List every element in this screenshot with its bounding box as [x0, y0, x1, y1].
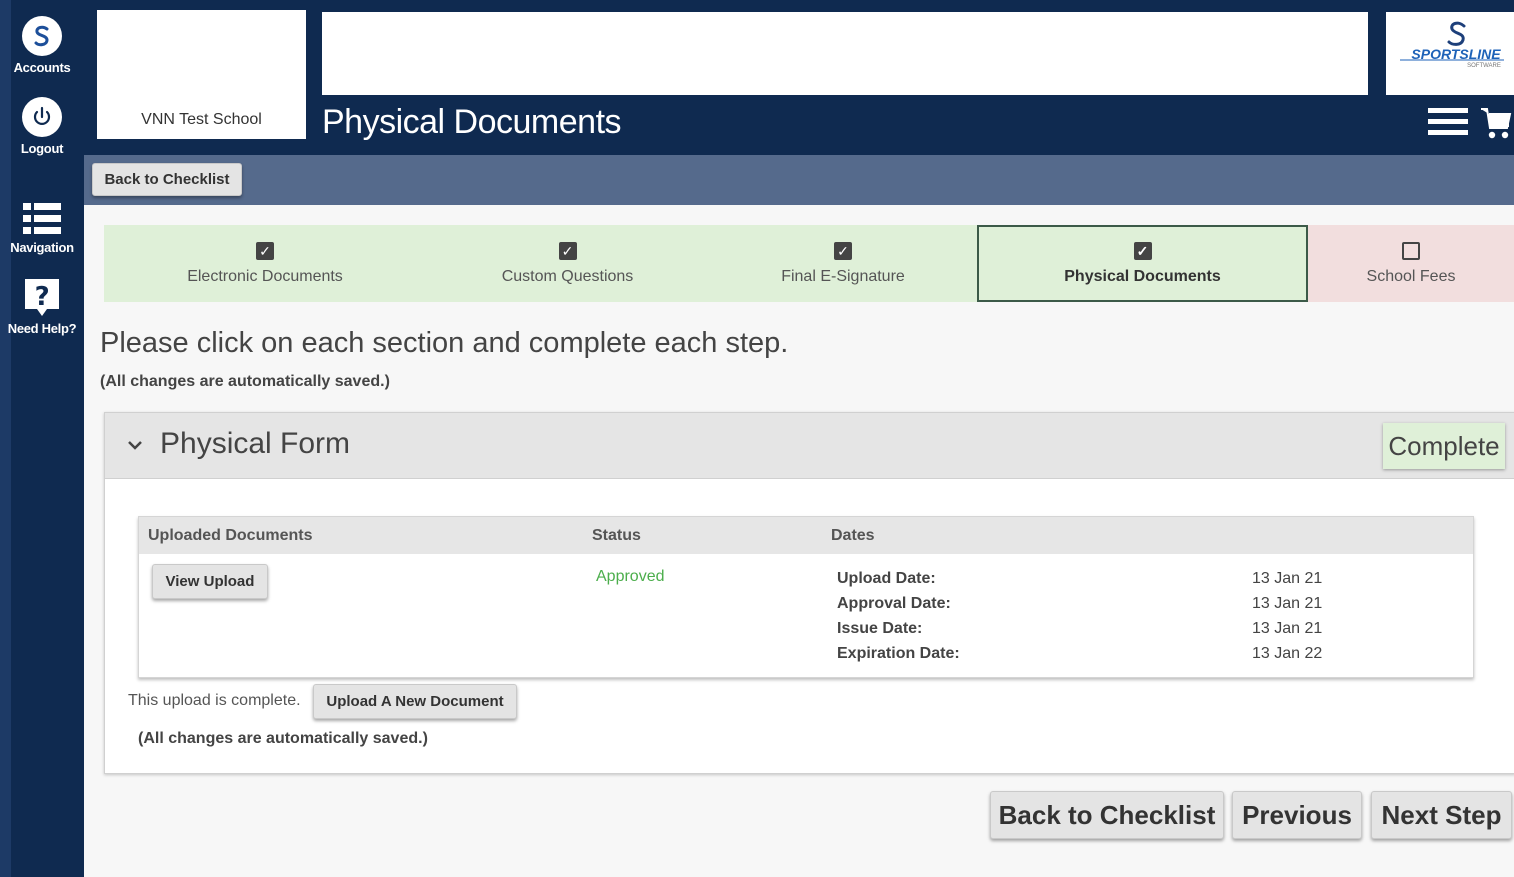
sportsline-logo: SPORTSLINE SOFTWARE [1386, 12, 1514, 95]
instruction-text: Please click on each section and complet… [100, 327, 789, 359]
sidebar-item-label: Need Help? [7, 321, 77, 336]
next-step-button[interactable]: Next Step [1371, 791, 1512, 839]
school-name: VNN Test School [141, 111, 262, 128]
physical-form-panel: Physical Form Complete Uploaded Document… [104, 412, 1514, 774]
sidebar: Accounts Logout Navigation ? Need Help? [0, 0, 84, 877]
sidebar-item-label: Logout [20, 141, 64, 156]
question-icon: ? [23, 277, 61, 317]
step-custom-questions[interactable]: ✓ Custom Questions [426, 225, 709, 302]
autosave-note: (All changes are automatically saved.) [138, 730, 428, 747]
sidebar-item-navigation[interactable]: Navigation [0, 203, 84, 255]
date-label: Upload Date: [837, 570, 936, 587]
view-upload-button[interactable]: View Upload [152, 564, 268, 599]
sidebar-item-label: Accounts [13, 60, 71, 75]
checkbox-checked-icon: ✓ [256, 241, 274, 260]
sidebar-item-logout[interactable]: Logout [0, 97, 84, 156]
back-to-checklist-button[interactable]: Back to Checklist [990, 791, 1224, 839]
date-value: 13 Jan 21 [1252, 595, 1323, 612]
svg-text:?: ? [35, 282, 50, 312]
sub-toolbar: Back to Checklist [84, 155, 1514, 205]
banner-area [322, 12, 1368, 95]
date-value: 13 Jan 21 [1252, 570, 1323, 587]
sidebar-item-help[interactable]: ? Need Help? [0, 277, 84, 336]
power-icon [22, 97, 62, 137]
checkbox-unchecked-icon [1402, 241, 1420, 260]
step-electronic-documents[interactable]: ✓ Electronic Documents [104, 225, 426, 302]
uploaded-documents-table: Uploaded Documents Status Dates View Upl… [138, 516, 1474, 678]
date-value: 13 Jan 21 [1252, 620, 1323, 637]
sportsline-s-icon [22, 16, 62, 56]
chevron-down-icon [125, 435, 145, 455]
step-label: Physical Documents [1064, 267, 1221, 285]
step-school-fees[interactable]: School Fees [1308, 225, 1514, 302]
step-label: Custom Questions [501, 267, 634, 285]
sidebar-item-label: Navigation [10, 240, 74, 255]
date-value: 13 Jan 22 [1252, 645, 1323, 662]
physical-form-header[interactable]: Physical Form Complete [105, 413, 1514, 479]
hamburger-menu-icon[interactable] [1428, 108, 1468, 138]
date-label: Approval Date: [837, 595, 951, 612]
date-label: Issue Date: [837, 620, 923, 637]
previous-button[interactable]: Previous [1232, 791, 1362, 839]
step-label: Electronic Documents [187, 267, 343, 285]
checkbox-checked-icon: ✓ [558, 241, 577, 260]
upload-complete-note: This upload is complete. [128, 692, 301, 709]
autosave-note: (All changes are automatically saved.) [100, 373, 390, 390]
status-approved: Approved [596, 568, 665, 585]
page-title: Physical Documents [322, 103, 622, 141]
checkbox-checked-icon: ✓ [1133, 241, 1152, 260]
cart-icon[interactable] [1480, 106, 1512, 145]
step-physical-documents[interactable]: ✓ Physical Documents [977, 225, 1308, 302]
checkbox-checked-icon: ✓ [834, 241, 852, 260]
logo-subtext: SOFTWARE [1467, 63, 1501, 69]
column-header-uploaded-documents: Uploaded Documents [148, 527, 313, 544]
list-icon [23, 203, 61, 235]
step-label: Final E-Signature [781, 267, 905, 285]
column-header-dates: Dates [831, 527, 875, 544]
step-tabs: ✓ Electronic Documents ✓ Custom Question… [104, 225, 1514, 302]
table-header: Uploaded Documents Status Dates [139, 517, 1473, 554]
sidebar-item-accounts[interactable]: Accounts [0, 16, 84, 75]
step-label: School Fees [1366, 267, 1456, 285]
upload-new-document-button[interactable]: Upload A New Document [313, 684, 517, 719]
panel-title: Physical Form [160, 427, 351, 460]
header: VNN Test School Physical Documents SPORT… [84, 0, 1514, 155]
school-logo-box: VNN Test School [97, 10, 306, 139]
main-content: ✓ Electronic Documents ✓ Custom Question… [84, 205, 1514, 877]
date-label: Expiration Date: [837, 645, 960, 662]
complete-status-badge: Complete [1383, 423, 1505, 469]
back-to-checklist-button[interactable]: Back to Checklist [92, 163, 242, 196]
step-final-e-signature[interactable]: ✓ Final E-Signature [709, 225, 977, 302]
column-header-status: Status [592, 527, 641, 544]
